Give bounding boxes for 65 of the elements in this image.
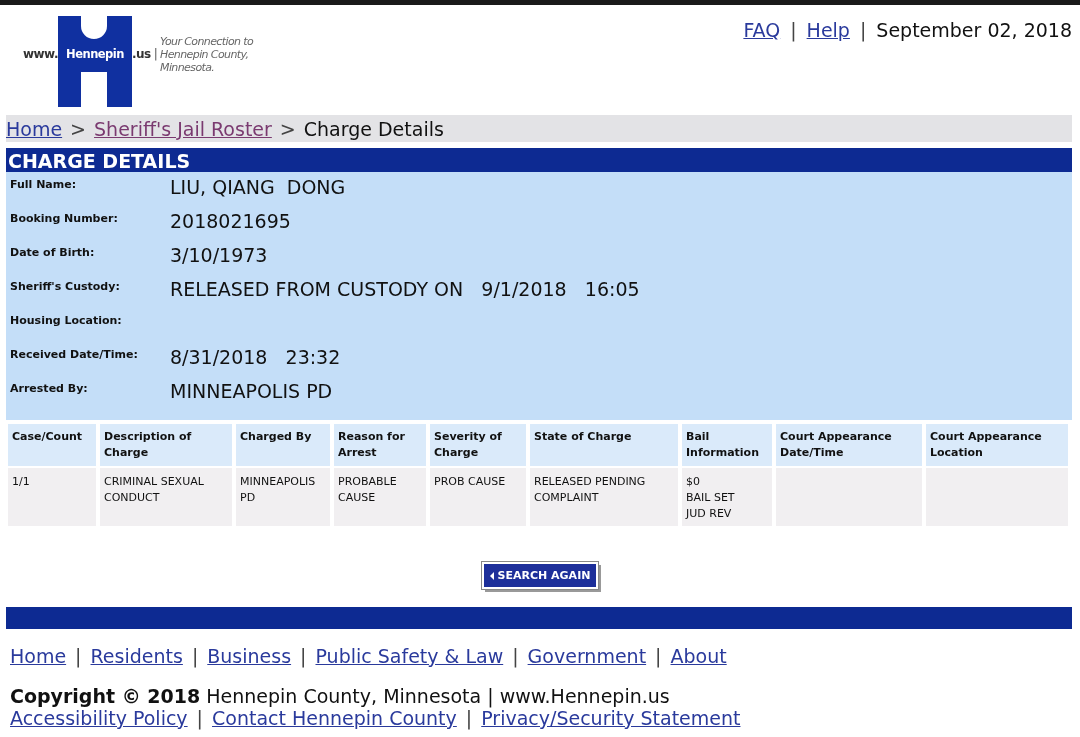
footer-nav-link[interactable]: Home	[10, 645, 67, 667]
footer-link[interactable]: Accessibility Policy	[10, 707, 188, 729]
separator: >	[70, 117, 87, 140]
breadcrumb-link[interactable]: Home	[6, 117, 63, 140]
separator: |	[75, 645, 82, 667]
footer-link[interactable]: Privacy/Security Statement	[481, 707, 741, 729]
detail-value: MINNEAPOLIS PD	[170, 380, 333, 402]
caret-icon	[489, 571, 494, 580]
column-header: Reason for Arrest	[334, 424, 426, 466]
column-header: Case/Count	[8, 424, 96, 466]
separator: |	[655, 645, 662, 667]
detail-value: 8/31/2018 23:32	[170, 346, 341, 368]
separator: |	[191, 645, 199, 667]
detail-label: Received Date/Time:	[10, 348, 138, 361]
detail-value: 2018021695	[170, 210, 291, 232]
logo-divider: |	[153, 47, 158, 61]
footer-nav-link[interactable]: Business	[207, 645, 292, 667]
detail-value: LIU, QIANG DONG	[170, 176, 346, 198]
logo-text: Hennepin	[65, 47, 125, 61]
section-title: CHARGE DETAILS	[6, 148, 1072, 172]
separator: >	[279, 117, 296, 140]
page-date: September 02, 2018	[876, 19, 1072, 41]
detail-label: Arrested By:	[10, 382, 88, 395]
copyright-text: Copyright © 2018 Hennepin County, Minnesota | www.Hennepin.us	[10, 685, 671, 707]
table-cell: RELEASED PENDING COMPLAINT	[530, 468, 678, 526]
column-header: Court Appearance Location	[926, 424, 1068, 466]
column-header: Severity of Charge	[430, 424, 526, 466]
separator: |	[196, 707, 203, 729]
detail-value: 3/10/1973	[170, 244, 268, 266]
footer-nav-link[interactable]: About	[670, 645, 727, 667]
separator: |	[859, 19, 867, 41]
table-cell: CRIMINAL SEXUAL CONDUCT	[100, 468, 232, 526]
separator: |	[512, 645, 519, 667]
table-cell: PROBABLE CAUSE	[334, 468, 426, 526]
footer-nav-link[interactable]: Government	[527, 645, 647, 667]
logo-tagline: Your Connection to Hennepin County, Minnesota.	[160, 35, 254, 74]
detail-value: RELEASED FROM CUSTODY ON 9/1/2018 16:05	[170, 278, 640, 300]
footer-link[interactable]: Contact Hennepin County	[212, 707, 457, 729]
detail-label: Full Name:	[10, 178, 77, 191]
table-cell: 1/1	[8, 468, 96, 526]
column-header: State of Charge	[530, 424, 678, 466]
detail-label: Date of Birth:	[10, 246, 95, 259]
detail-label: Booking Number:	[10, 212, 118, 225]
table-cell: $0 BAIL SET JUD REV	[682, 468, 772, 526]
breadcrumb-current: Charge Details	[303, 117, 444, 140]
logo-text: www.	[21, 47, 58, 61]
footer-nav-link[interactable]: Public Safety & Law	[315, 645, 504, 667]
search-again-button[interactable]: SEARCH AGAIN	[481, 562, 599, 589]
table-cell: PROB CAUSE	[430, 468, 526, 526]
table-cell: MINNEAPOLIS PD	[236, 468, 330, 526]
top-link[interactable]: FAQ	[743, 19, 781, 41]
column-header: Description of Charge	[100, 424, 232, 466]
top-link[interactable]: Help	[806, 19, 850, 41]
column-header: Bail Information	[682, 424, 772, 466]
column-header: Court Appearance Date/Time	[776, 424, 922, 466]
logo-h-icon	[58, 16, 132, 107]
detail-label: Housing Location:	[10, 314, 122, 327]
separator: |	[300, 645, 307, 667]
breadcrumb-link[interactable]: Sheriff's Jail Roster	[94, 117, 272, 140]
logo-text: .us	[132, 47, 151, 61]
separator: |	[465, 707, 473, 729]
detail-label: Sheriff's Custody:	[10, 280, 120, 293]
separator: |	[790, 19, 797, 41]
column-header: Charged By	[236, 424, 330, 466]
footer-nav-link[interactable]: Residents	[90, 645, 183, 667]
